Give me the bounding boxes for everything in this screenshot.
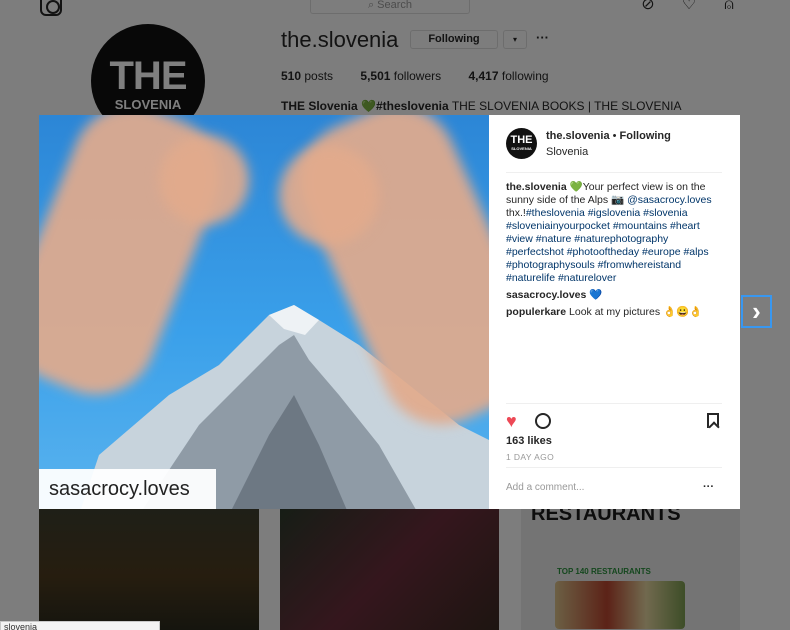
- caption-hashtags[interactable]: #theslovenia #igslovenia #slovenia #slov…: [506, 207, 709, 284]
- caption-emoji: 💚: [569, 181, 583, 193]
- comment-divider: [506, 467, 722, 468]
- caption-mention-link[interactable]: @sasacrocy.loves: [627, 194, 712, 206]
- like-heart-icon[interactable]: ♥: [506, 412, 517, 430]
- status-bar-url: slovenia: [0, 621, 160, 630]
- comment-item: populerkare Look at my pictures 👌😀👌: [506, 306, 726, 319]
- post-sidebar: THE SLOVENIA the.slovenia • Following Sl…: [489, 115, 740, 509]
- caption-thanks: thx.!: [506, 207, 526, 219]
- post-author-line: the.slovenia • Following: [546, 130, 671, 142]
- add-comment-input[interactable]: Add a comment...: [506, 482, 584, 493]
- comment-item: sasacrocy.loves 💙: [506, 289, 726, 302]
- comment-text: Look at my pictures 👌😀👌: [569, 306, 703, 318]
- comments-list: the.slovenia 💚Your perfect view is on th…: [506, 181, 726, 319]
- actions-divider: [506, 403, 722, 404]
- bookmark-icon[interactable]: [707, 413, 719, 428]
- follow-state-button[interactable]: Following: [620, 130, 671, 142]
- caption-author-link[interactable]: the.slovenia: [506, 181, 567, 193]
- likes-count[interactable]: 163 likes: [506, 435, 552, 447]
- post-author-link[interactable]: the.slovenia: [546, 130, 610, 142]
- author-avatar-line1: THE: [510, 134, 533, 146]
- post-modal: sasacrocy.loves THE SLOVENIA the.sloveni…: [39, 115, 740, 509]
- comment-bubble-icon[interactable]: [535, 413, 551, 429]
- comment-options-button[interactable]: ···: [703, 481, 714, 493]
- post-actions: ♥: [506, 412, 722, 434]
- post-timestamp[interactable]: 1 DAY AGO: [506, 452, 554, 462]
- comment-author-link[interactable]: sasacrocy.loves: [506, 289, 586, 301]
- comment-author-link[interactable]: populerkare: [506, 306, 566, 318]
- post-header: THE SLOVENIA the.slovenia • Following Sl…: [506, 128, 726, 162]
- post-photo[interactable]: sasacrocy.loves: [39, 115, 489, 509]
- header-separator: •: [609, 130, 620, 142]
- caption: the.slovenia 💚Your perfect view is on th…: [506, 181, 726, 285]
- post-location-link[interactable]: Slovenia: [546, 146, 588, 158]
- author-avatar[interactable]: THE SLOVENIA: [506, 128, 537, 159]
- photo-watermark: sasacrocy.loves: [39, 469, 216, 509]
- author-avatar-line2: SLOVENIA: [511, 146, 532, 151]
- hand-shape: [279, 145, 379, 245]
- comment-text: 💙: [589, 289, 603, 301]
- header-divider: [506, 172, 722, 173]
- next-post-arrow-icon[interactable]: ›: [741, 295, 772, 328]
